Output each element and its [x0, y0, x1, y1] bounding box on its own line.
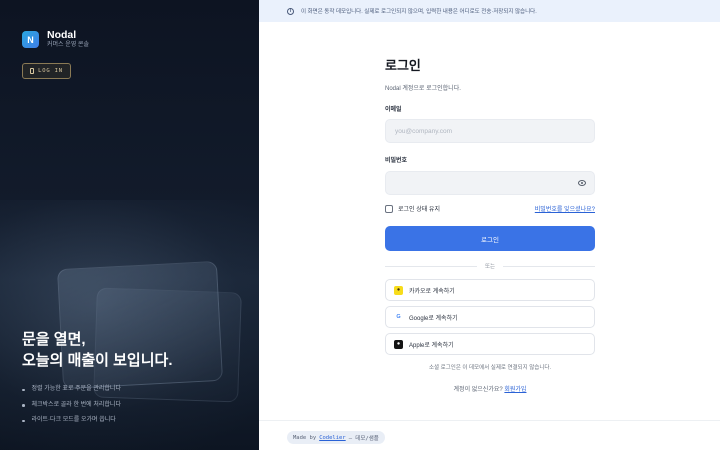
feature-item: 정렬 가능한 표로 주문을 관리합니다 [22, 382, 121, 398]
password-label: 비밀번호 [385, 158, 408, 164]
door-icon [30, 68, 35, 74]
notice-text: 이 화면은 동작 데모입니다. 실제로 로그인되지 않으며, 입력한 내용은 어… [301, 9, 537, 15]
email-field[interactable]: you@company.com [385, 119, 595, 143]
google-login-button[interactable]: G Google로 계속하기 [385, 306, 595, 328]
divider-label: 또는 [484, 264, 496, 270]
email-placeholder: you@company.com [395, 127, 453, 135]
feature-list: 정렬 가능한 표로 주문을 관리합니다 체크박스로 골라 한 번에 처리합니다 … [22, 382, 121, 429]
social-label: Google로 계속하기 [409, 315, 458, 322]
bullet-dot [22, 388, 25, 391]
forgot-password-link[interactable]: 비밀번호를 잊으셨나요? [535, 204, 595, 213]
left-panel: N Nodal 커머스 운영 콘솔 LOG IN 문을 열면, 오늘의 매출이 … [0, 0, 259, 450]
social-label: 카카오로 계속하기 [409, 288, 455, 295]
feature-item: 체크박스로 골라 한 번에 처리합니다 [22, 398, 121, 414]
brand-logo: N [22, 31, 39, 48]
kakao-icon: ● [394, 285, 403, 295]
brand-subtitle: 커머스 운영 콘솔 [47, 42, 89, 48]
remember-me-checkbox[interactable]: 로그인 상태 유지 [385, 204, 440, 213]
brand: N Nodal 커머스 운영 콘솔 [22, 29, 89, 50]
bullet-dot [22, 404, 25, 407]
page-subtitle: Nodal 계정으로 로그인합니다. [385, 86, 461, 92]
made-by-suffix: — 데모/샘플 [348, 435, 379, 442]
demo-notice-banner: i 이 화면은 동작 데모입니다. 실제로 로그인되지 않으며, 입력한 내용은… [259, 0, 720, 22]
brand-name: Nodal [47, 29, 77, 41]
made-by-badge: Made by Codelier — 데모/샘플 [287, 431, 385, 444]
apple-icon: ● [394, 339, 403, 349]
remember-row: 로그인 상태 유지 비밀번호를 잊으셨나요? [385, 204, 595, 213]
or-divider: 또는 [385, 262, 595, 270]
login-button[interactable]: 로그인 [385, 226, 595, 251]
email-label: 이메일 [385, 107, 402, 113]
feature-text: 라이트·다크 모드를 오가며 씁니다 [31, 417, 116, 423]
bullet-dot [22, 419, 25, 422]
feature-text: 정렬 가능한 표로 주문을 관리합니다 [31, 386, 121, 392]
divider-line [503, 265, 595, 267]
kakao-login-button[interactable]: ● 카카오로 계속하기 [385, 279, 595, 301]
login-pill-label: LOG IN [38, 68, 63, 74]
apple-login-button[interactable]: ● Apple로 계속하기 [385, 333, 595, 355]
page-title: 로그인 [385, 58, 421, 73]
divider-line [385, 265, 477, 267]
checkbox-box[interactable] [385, 204, 393, 213]
hero-line-1: 문을 열면, [22, 331, 86, 348]
info-icon: i [287, 7, 294, 15]
social-label: Apple로 계속하기 [409, 342, 454, 349]
password-field[interactable] [385, 171, 595, 195]
remember-label: 로그인 상태 유지 [398, 207, 440, 213]
feature-item: 라이트·다크 모드를 오가며 씁니다 [22, 413, 121, 429]
social-note: 소셜 로그인은 이 데모에서 실제로 연결되지 않습니다. [428, 365, 552, 371]
eye-icon[interactable] [578, 180, 586, 186]
author-link[interactable]: Codelier [319, 435, 346, 441]
signup-prompt: 계정이 없으신가요? 회원가입 [385, 384, 595, 393]
made-by-text: Made by [293, 434, 317, 441]
signup-text: 계정이 없으신가요? [453, 387, 503, 393]
feature-text: 체크박스로 골라 한 번에 처리합니다 [31, 401, 121, 408]
hero-line-2: 오늘의 매출이 보입니다. [22, 352, 173, 369]
signup-link[interactable]: 회원가입 [504, 387, 526, 393]
hero-heading: 문을 열면, 오늘의 매출이 보입니다. [22, 329, 173, 371]
login-form: 로그인 Nodal 계정으로 로그인합니다. 이메일 you@company.c… [385, 58, 595, 393]
footer-divider [259, 420, 720, 421]
login-pill-button[interactable]: LOG IN [22, 63, 71, 79]
google-icon: G [394, 312, 403, 322]
